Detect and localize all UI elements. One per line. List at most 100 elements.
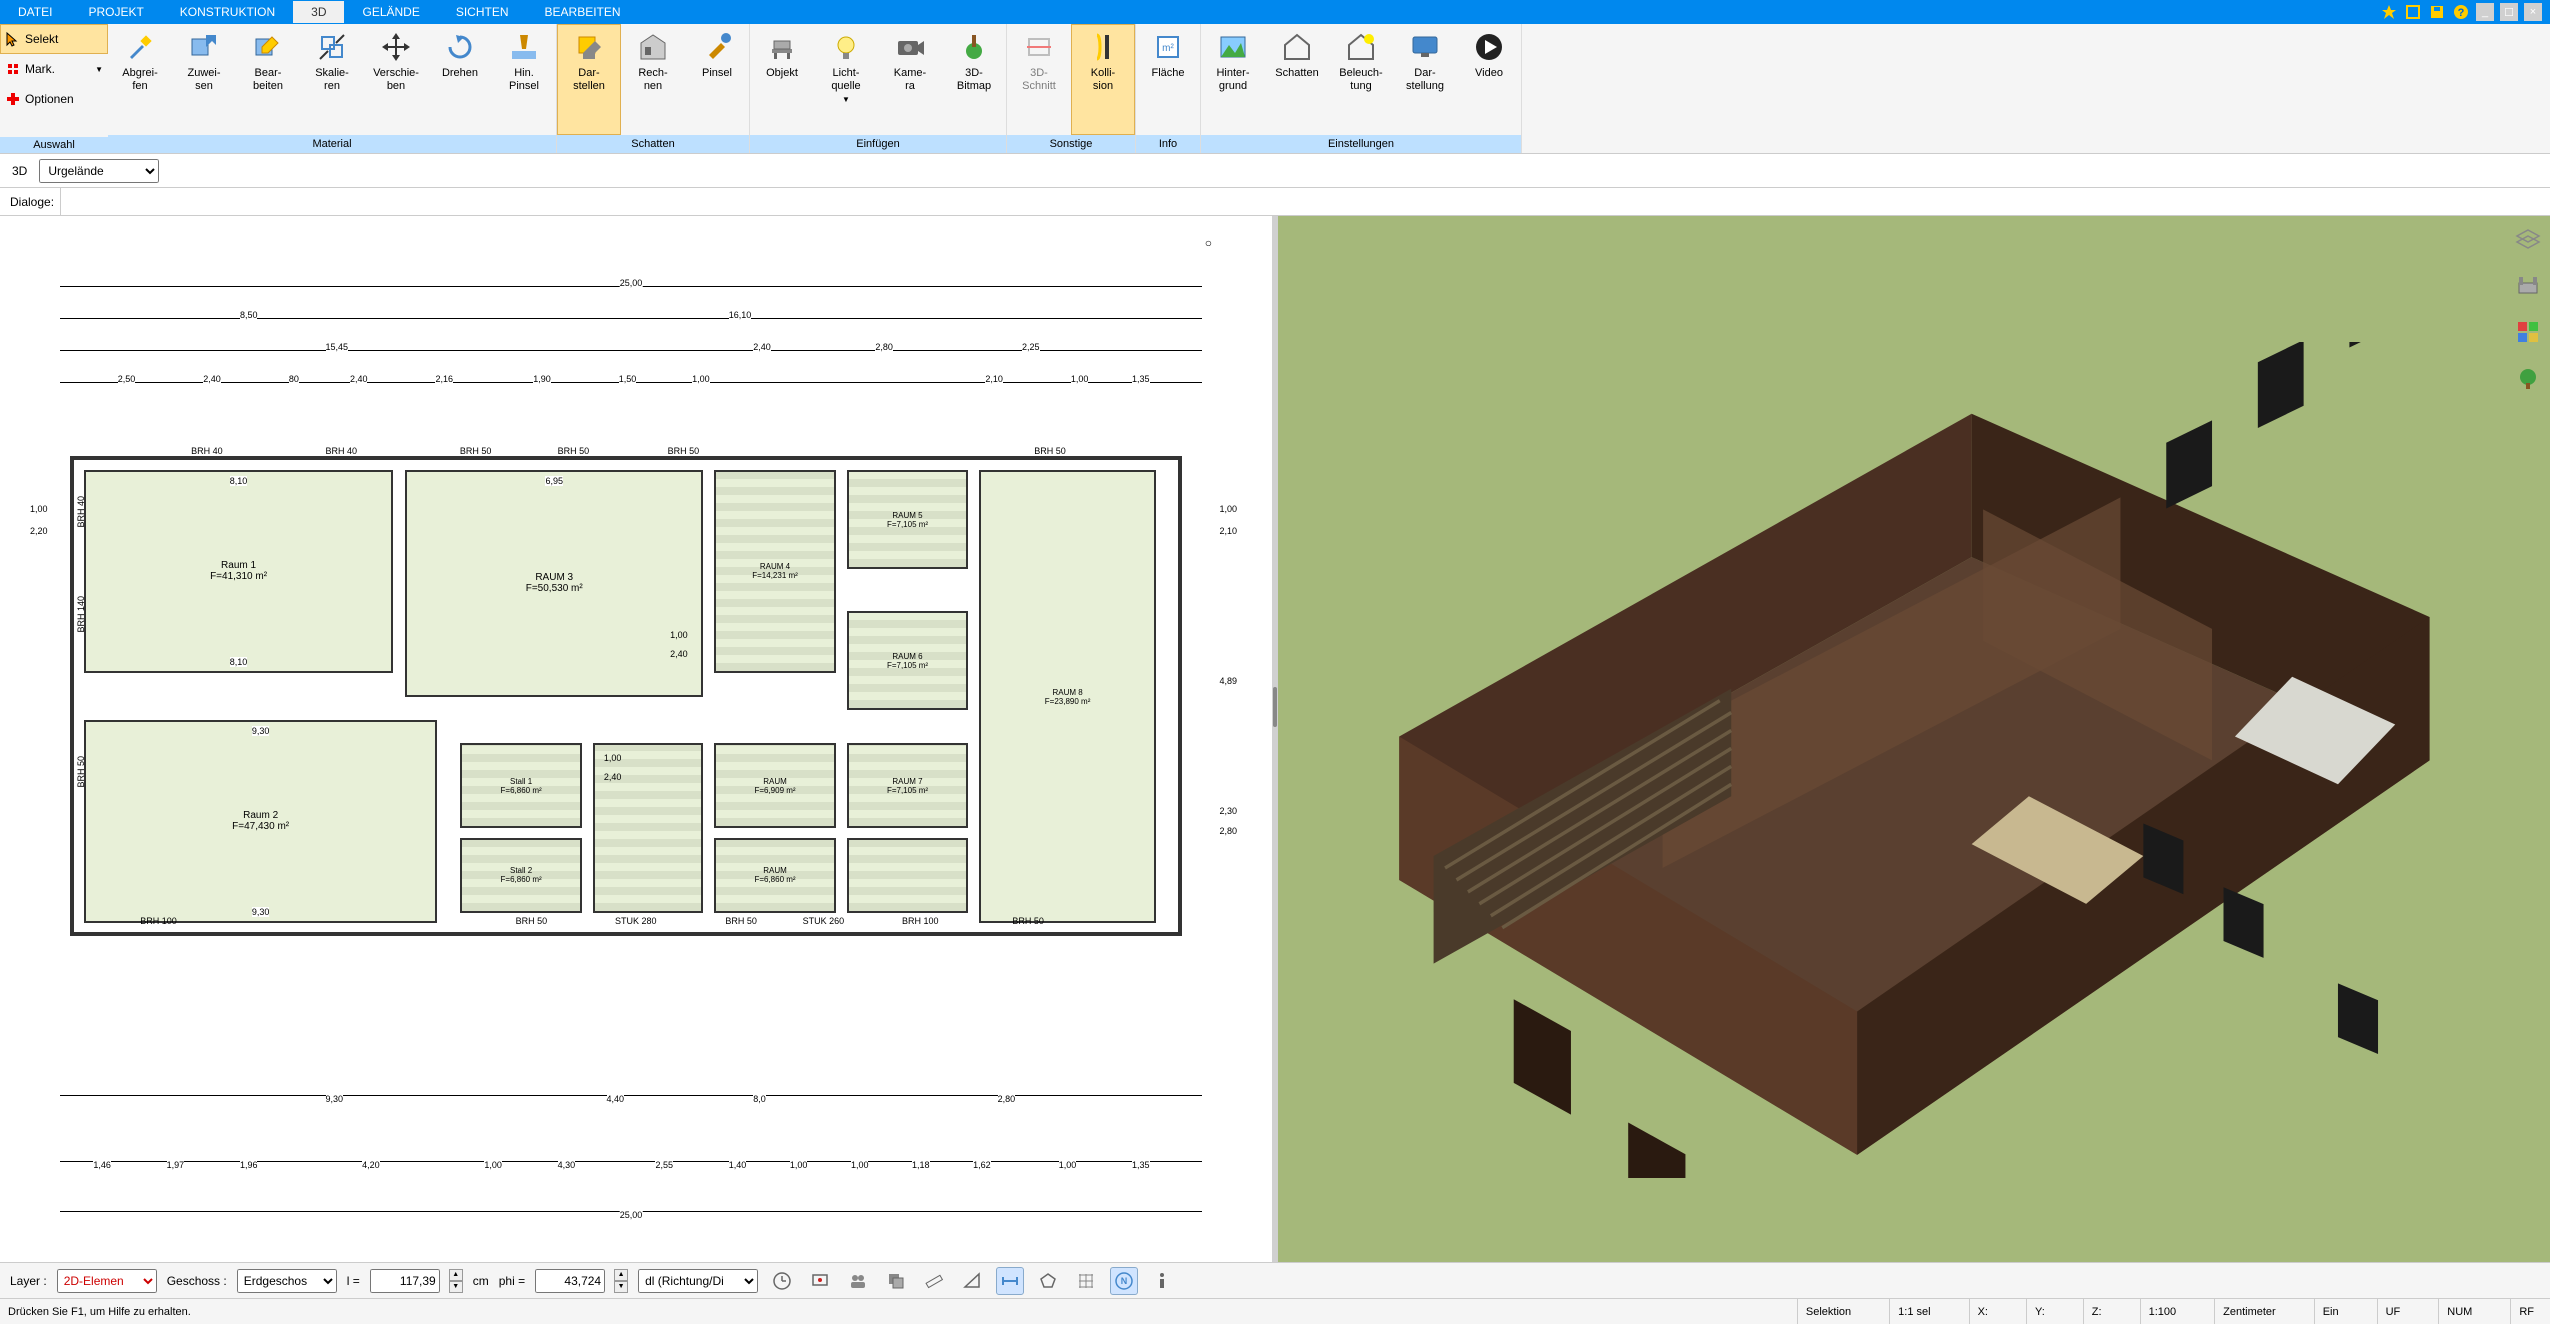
menu-bearbeiten[interactable]: BEARBEITEN: [527, 1, 639, 23]
beleuchtung-button[interactable]: Beleuch-tung: [1329, 24, 1393, 135]
phi-input[interactable]: [535, 1269, 605, 1293]
objekt-button[interactable]: Objekt: [750, 24, 814, 135]
room-7b: [847, 838, 968, 914]
camera-icon: [894, 31, 926, 63]
status-bar: Drücken Sie F1, um Hilfe zu erhalten. Se…: [0, 1298, 2550, 1324]
hintergrund-button[interactable]: Hinter-grund: [1201, 24, 1265, 135]
layers-icon[interactable]: [2514, 226, 2542, 254]
pref-icon[interactable]: [2404, 3, 2422, 21]
status-y: Y:: [2026, 1299, 2053, 1324]
zuweisen-button[interactable]: Zuwei-sen: [172, 24, 236, 135]
help-icon[interactable]: ?: [2452, 3, 2470, 21]
view-label: 3D: [6, 162, 33, 180]
kollision-button[interactable]: Kolli-sion: [1071, 24, 1135, 135]
verschieben-button[interactable]: Verschie-ben: [364, 24, 428, 135]
info-icon[interactable]: [1148, 1267, 1176, 1295]
geschoss-select[interactable]: Erdgeschos: [237, 1269, 337, 1293]
origin-marker: ○: [1205, 236, 1212, 250]
drehen-button[interactable]: Drehen: [428, 24, 492, 135]
l-spinner-up[interactable]: ▲: [449, 1269, 463, 1281]
floorplan-pane[interactable]: ○ 25,00 8,50 16,10 15,45 2,40 2,80 2,25 …: [0, 216, 1272, 1262]
abgreifen-button[interactable]: Abgrei-fen: [108, 24, 172, 135]
dim-text: 15,45: [326, 342, 349, 352]
shadow-icon: [1281, 31, 1313, 63]
room-1: 8,10 Raum 1 F=41,310 m² 8,10: [84, 470, 393, 673]
grid-icon[interactable]: [1072, 1267, 1100, 1295]
room-mid: RAUM F=6,909 m²: [714, 743, 835, 828]
kamera-button[interactable]: Kame-ra: [878, 24, 942, 135]
phi-spinner-up[interactable]: ▲: [614, 1269, 628, 1281]
dim-text: 2,50: [118, 374, 136, 384]
menu-3d[interactable]: 3D: [293, 1, 344, 23]
star-icon[interactable]: [2380, 3, 2398, 21]
geschoss-label: Geschoss :: [167, 1274, 227, 1288]
dim-text: 25,00: [620, 278, 643, 288]
triangle-icon[interactable]: [958, 1267, 986, 1295]
rechnen-button[interactable]: Rech-nen: [621, 24, 685, 135]
section-icon: [1023, 31, 1055, 63]
tree-icon[interactable]: [2514, 364, 2542, 392]
grid-icon: [5, 61, 21, 77]
mark-button[interactable]: Mark. ▼: [0, 54, 108, 84]
schatten-button[interactable]: Schatten: [1265, 24, 1329, 135]
3dbitmap-button[interactable]: 3D-Bitmap: [942, 24, 1006, 135]
pinsel-button[interactable]: Pinsel: [685, 24, 749, 135]
cursor-icon: [5, 31, 21, 47]
close-icon[interactable]: ×: [2524, 3, 2542, 21]
people-icon[interactable]: [844, 1267, 872, 1295]
phi-label: phi =: [499, 1274, 525, 1288]
room-side-1: [593, 743, 703, 913]
polygon-icon[interactable]: [1034, 1267, 1062, 1295]
l-input[interactable]: [370, 1269, 440, 1293]
darstellen-button[interactable]: Dar-stellen: [557, 24, 621, 135]
dl-select[interactable]: dl (Richtung/Di: [638, 1269, 758, 1293]
video-button[interactable]: Video: [1457, 24, 1521, 135]
dim-text: 2,16: [435, 374, 453, 384]
side-toolbar: [2508, 226, 2548, 392]
brh-label: BRH 40: [191, 446, 223, 456]
brush-icon: [508, 31, 540, 63]
brush2-icon: [701, 31, 733, 63]
dim-icon[interactable]: [996, 1267, 1024, 1295]
plus-icon: [5, 91, 21, 107]
3d-viewport[interactable]: [1278, 216, 2550, 1262]
move-icon: [380, 31, 412, 63]
minimize-icon[interactable]: _: [2476, 3, 2494, 21]
status-help: Drücken Sie F1, um Hilfe zu erhalten.: [8, 1306, 191, 1318]
menu-projekt[interactable]: PROJEKT: [70, 1, 161, 23]
optionen-button[interactable]: Optionen: [0, 84, 108, 114]
menu-gelaende[interactable]: GELÄNDE: [344, 1, 437, 23]
hinpinsel-button[interactable]: Hin.Pinsel: [492, 24, 556, 135]
layer-dropdown[interactable]: Urgelände: [39, 159, 159, 183]
bearbeiten-button[interactable]: Bear-beiten: [236, 24, 300, 135]
dialoge-bar: Dialoge:: [0, 188, 2550, 216]
menu-sichten[interactable]: SICHTEN: [438, 1, 527, 23]
save-icon[interactable]: [2428, 3, 2446, 21]
materials-icon[interactable]: [2514, 318, 2542, 346]
3dschnitt-button[interactable]: 3D-Schnitt: [1007, 24, 1071, 135]
furniture-icon[interactable]: [2514, 272, 2542, 300]
edit-icon: [252, 31, 284, 63]
lichtquelle-button[interactable]: Licht-quelle▼: [814, 24, 878, 135]
chevron-down-icon: ▼: [95, 65, 103, 74]
flaeche-button[interactable]: m²Fläche: [1136, 24, 1200, 135]
ruler-icon[interactable]: [920, 1267, 948, 1295]
menu-konstruktion[interactable]: KONSTRUKTION: [162, 1, 293, 23]
compass-icon[interactable]: N: [1110, 1267, 1138, 1295]
menu-datei[interactable]: DATEI: [0, 1, 70, 23]
darstellung-button[interactable]: Dar-stellung: [1393, 24, 1457, 135]
status-num: NUM: [2438, 1299, 2480, 1324]
layers2-icon[interactable]: [882, 1267, 910, 1295]
room-4: RAUM 4 F=14,231 m²: [714, 470, 835, 673]
maximize-icon[interactable]: ☐: [2500, 3, 2518, 21]
l-spinner-down[interactable]: ▼: [449, 1281, 463, 1293]
bg-icon: [1217, 31, 1249, 63]
layer-select[interactable]: 2D-Elemen: [57, 1269, 157, 1293]
dim-text: 2,40: [203, 374, 221, 384]
l-label: l =: [347, 1274, 360, 1288]
skalieren-button[interactable]: Skalie-ren: [300, 24, 364, 135]
phi-spinner-down[interactable]: ▼: [614, 1281, 628, 1293]
monitor-icon[interactable]: [806, 1267, 834, 1295]
clock-icon[interactable]: [768, 1267, 796, 1295]
selekt-button[interactable]: Selekt: [0, 24, 108, 54]
